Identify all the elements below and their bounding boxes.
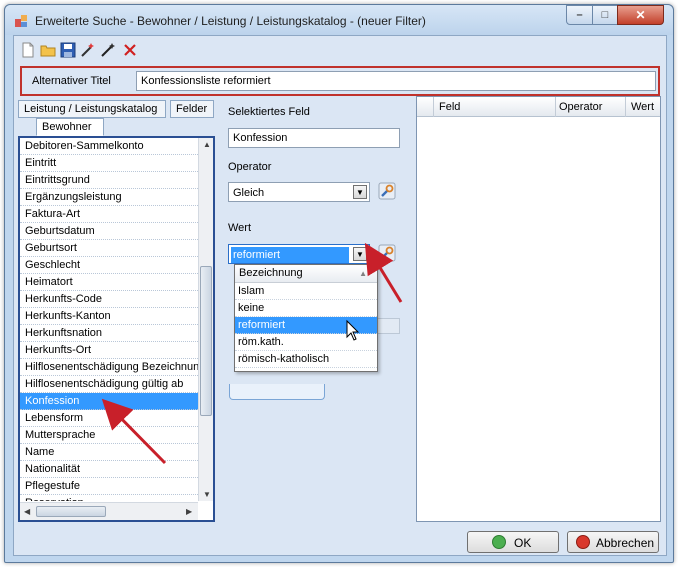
cancel-x-icon xyxy=(576,535,590,549)
scroll-up-icon[interactable]: ▲ xyxy=(203,140,211,149)
wrench-icon[interactable] xyxy=(378,182,396,200)
field-list-item[interactable]: Geburtsort xyxy=(20,240,198,257)
wert-combobox[interactable]: reformiert ▼ xyxy=(228,244,370,264)
scroll-right-icon[interactable]: ▶ xyxy=(186,507,192,516)
scroll-down-icon[interactable]: ▼ xyxy=(203,490,211,499)
field-list-item[interactable]: Pflegestufe xyxy=(20,478,198,495)
alternative-title-row: Alternativer Titel Konfessionsliste refo… xyxy=(20,66,660,96)
grid-column-operator[interactable]: Operator xyxy=(559,101,602,113)
minimize-icon: – xyxy=(576,9,583,21)
app-icon xyxy=(15,15,27,27)
sort-ascending-icon: ▲ xyxy=(359,269,367,278)
field-list-item[interactable]: Geburtsdatum xyxy=(20,223,198,240)
ok-button[interactable]: OK xyxy=(467,531,559,553)
ok-button-label: OK xyxy=(514,536,532,550)
title-bar[interactable]: Erweiterte Suche - Bewohner / Leistung /… xyxy=(5,5,673,35)
field-list-item[interactable]: Eintrittsgrund xyxy=(20,172,198,189)
wert-label: Wert xyxy=(228,222,252,234)
field-list-item[interactable]: Nationalität xyxy=(20,461,198,478)
cancel-button[interactable]: Abbrechen xyxy=(567,531,659,553)
wert-dropdown-list[interactable]: Bezeichnung ▲ Islam keine reformiert röm.ka… xyxy=(234,264,378,372)
operator-label: Operator xyxy=(228,161,272,173)
filter-grid[interactable]: Feld Operator Wert xyxy=(416,96,661,522)
magic-wand-icon[interactable] xyxy=(80,42,96,58)
cancel-button-label: Abbrechen xyxy=(596,536,655,550)
field-list-item[interactable]: Herkunfts-Kanton xyxy=(20,308,198,325)
maximize-icon: □ xyxy=(601,9,609,21)
delete-x-icon[interactable] xyxy=(122,42,138,58)
alternative-title-input[interactable]: Konfessionsliste reformiert xyxy=(136,71,656,91)
operator-combobox[interactable]: Gleich ▼ xyxy=(228,182,370,202)
field-list-item[interactable]: Konfession xyxy=(20,393,198,410)
dialog-client-area: Alternativer Titel Konfessionsliste refo… xyxy=(13,35,667,556)
chevron-down-icon[interactable]: ▼ xyxy=(353,185,367,199)
grid-column-wert[interactable]: Wert xyxy=(631,101,654,113)
field-list-item[interactable]: Hilflosenentschädigung gültig ab xyxy=(20,376,198,393)
dropdown-option[interactable]: reformiert xyxy=(235,317,377,334)
hidden-button-edge xyxy=(229,384,325,400)
vertical-scroll-thumb[interactable] xyxy=(200,266,212,416)
field-list[interactable]: Debitoren-Sammelkonto Eintritt Eintrittsgr… xyxy=(20,138,198,501)
field-list-item[interactable]: Hilflosenentschädigung Bezeichnung xyxy=(20,359,198,376)
field-list-item[interactable]: Lebensform xyxy=(20,410,198,427)
tab-bewohner[interactable]: Bewohner xyxy=(36,118,104,136)
field-list-item[interactable]: Heimatort xyxy=(20,274,198,291)
open-folder-icon[interactable] xyxy=(40,42,56,58)
operator-value: Gleich xyxy=(233,187,265,199)
field-list-item[interactable]: Herkunftsnation xyxy=(20,325,198,342)
field-list-item[interactable]: Faktura-Art xyxy=(20,206,198,223)
field-list-item[interactable]: Ergänzungsleistung xyxy=(20,189,198,206)
dropdown-header-text: Bezeichnung xyxy=(239,267,303,279)
field-list-item[interactable]: Debitoren-Sammelkonto xyxy=(20,138,198,155)
field-list-panel: Debitoren-Sammelkonto Eintritt Eintrittsgr… xyxy=(18,136,215,522)
field-list-item[interactable]: Reservation xyxy=(20,495,198,501)
dropdown-column-header[interactable]: Bezeichnung ▲ xyxy=(235,265,377,283)
scroll-left-icon[interactable]: ◀ xyxy=(24,507,30,516)
field-list-item[interactable]: Eintritt xyxy=(20,155,198,172)
grid-separator xyxy=(625,97,626,117)
field-list-item[interactable]: Herkunfts-Code xyxy=(20,291,198,308)
field-list-item[interactable]: Geschlecht xyxy=(20,257,198,274)
field-list-item[interactable]: Muttersprache xyxy=(20,427,198,444)
filter-grid-header: Feld Operator Wert xyxy=(417,97,660,117)
new-document-icon[interactable] xyxy=(20,42,36,58)
dropdown-options: Islam keine reformiert röm.kath. römisch-kat… xyxy=(235,283,377,368)
window-title: Erweiterte Suche - Bewohner / Leistung /… xyxy=(35,14,426,28)
field-list-horizontal-scrollbar[interactable]: ◀ ▶ xyxy=(20,502,198,520)
field-list-item[interactable]: Name xyxy=(20,444,198,461)
field-list-item[interactable]: Herkunfts-Ort xyxy=(20,342,198,359)
tab-felder[interactable]: Felder xyxy=(170,100,214,118)
grid-separator xyxy=(555,97,556,117)
selected-field-label: Selektiertes Feld xyxy=(228,106,310,118)
dropdown-option[interactable]: keine xyxy=(235,300,377,317)
field-list-vertical-scrollbar[interactable]: ▲ ▼ xyxy=(198,138,213,501)
maximize-button[interactable]: □ xyxy=(592,5,618,25)
selected-field-input[interactable]: Konfession xyxy=(228,128,400,148)
chevron-down-icon[interactable]: ▼ xyxy=(353,247,367,261)
wand-star-icon[interactable] xyxy=(100,42,116,58)
horizontal-scroll-thumb[interactable] xyxy=(36,506,106,517)
alternative-title-label: Alternativer Titel xyxy=(32,75,111,87)
left-tab-strip: Leistung / Leistungskatalog Felder Bewoh… xyxy=(18,100,214,140)
close-button[interactable]: ✕ xyxy=(617,5,664,25)
wrench-icon[interactable] xyxy=(378,244,396,262)
close-icon: ✕ xyxy=(635,8,646,22)
minimize-button[interactable]: – xyxy=(566,5,593,25)
tab-leistung-leistungskatalog[interactable]: Leistung / Leistungskatalog xyxy=(18,100,166,118)
dropdown-option[interactable]: römisch-katholisch xyxy=(235,351,377,368)
search-dialog-window: Erweiterte Suche - Bewohner / Leistung /… xyxy=(4,4,674,563)
dropdown-option[interactable]: Islam xyxy=(235,283,377,300)
grid-column-feld[interactable]: Feld xyxy=(439,101,460,113)
check-icon xyxy=(492,535,506,549)
grid-separator xyxy=(433,97,434,117)
wert-value: reformiert xyxy=(231,247,349,263)
save-disk-icon[interactable] xyxy=(60,42,76,58)
dropdown-option[interactable]: röm.kath. xyxy=(235,334,377,351)
